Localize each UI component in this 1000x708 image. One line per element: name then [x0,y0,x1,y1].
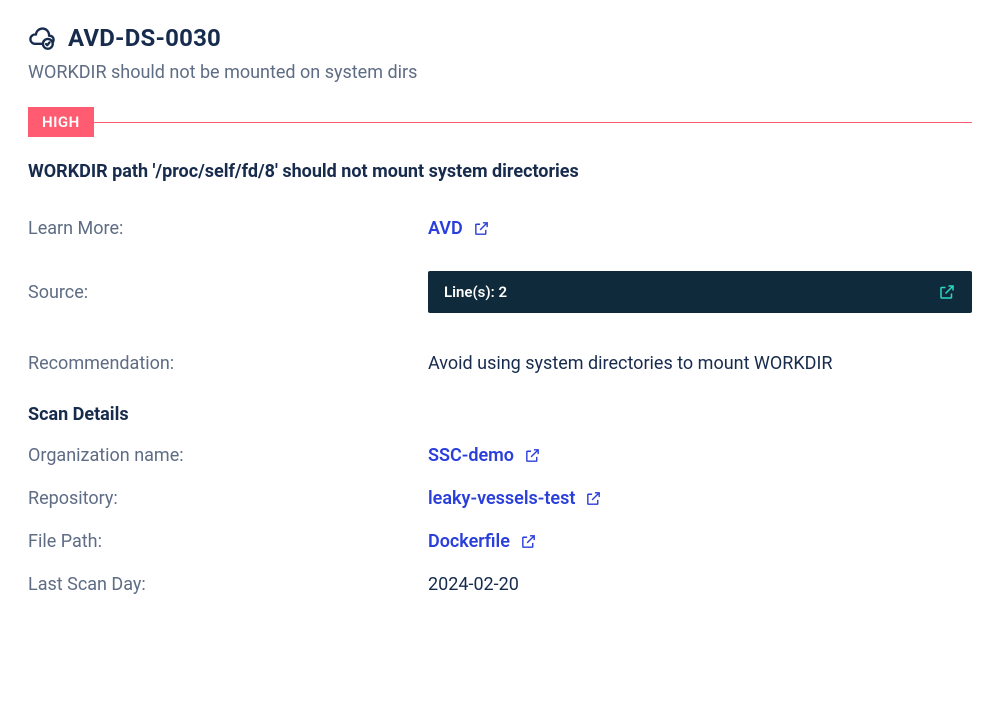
source-box[interactable]: Line(s): 2 [428,271,972,313]
scan-details-heading: Scan Details [28,404,972,425]
external-link-icon [524,447,541,464]
file-path-link[interactable]: Dockerfile [428,531,537,552]
last-scan-value: 2024-02-20 [428,574,972,595]
org-link-text: SSC-demo [428,445,514,466]
repo-link[interactable]: leaky-vessels-test [428,488,602,509]
learn-more-link[interactable]: AVD [428,218,490,239]
last-scan-label: Last Scan Day: [28,574,428,595]
recommendation-text: Avoid using system directories to mount … [428,353,972,374]
learn-more-link-text: AVD [428,218,463,239]
repo-label: Repository: [28,488,428,509]
recommendation-label: Recommendation: [28,353,428,374]
finding-message: WORKDIR path '/proc/self/fd/8' should no… [28,161,972,182]
learn-more-row: Learn More: AVD [28,218,972,239]
file-path-row: File Path: Dockerfile [28,531,972,552]
org-label: Organization name: [28,445,428,466]
source-label: Source: [28,282,428,303]
vuln-id-title: AVD-DS-0030 [68,24,221,52]
learn-more-label: Learn More: [28,218,428,239]
external-link-icon [938,283,956,301]
file-path-link-text: Dockerfile [428,531,510,552]
vuln-subtitle: WORKDIR should not be mounted on system … [28,62,972,83]
repo-link-text: leaky-vessels-test [428,488,575,509]
header-row: AVD-DS-0030 [28,24,972,52]
external-link-icon [520,533,537,550]
source-row: Source: Line(s): 2 [28,271,972,313]
external-link-icon [473,220,490,237]
repo-row: Repository: leaky-vessels-test [28,488,972,509]
severity-divider [28,122,972,123]
org-link[interactable]: SSC-demo [428,445,541,466]
org-row: Organization name: SSC-demo [28,445,972,466]
severity-badge: HIGH [28,107,94,137]
last-scan-row: Last Scan Day: 2024-02-20 [28,574,972,595]
source-lines-text: Line(s): 2 [444,283,507,301]
severity-row: HIGH [28,107,972,137]
recommendation-row: Recommendation: Avoid using system direc… [28,353,972,374]
file-path-label: File Path: [28,531,428,552]
cloud-scan-icon [28,24,56,52]
external-link-icon [585,490,602,507]
